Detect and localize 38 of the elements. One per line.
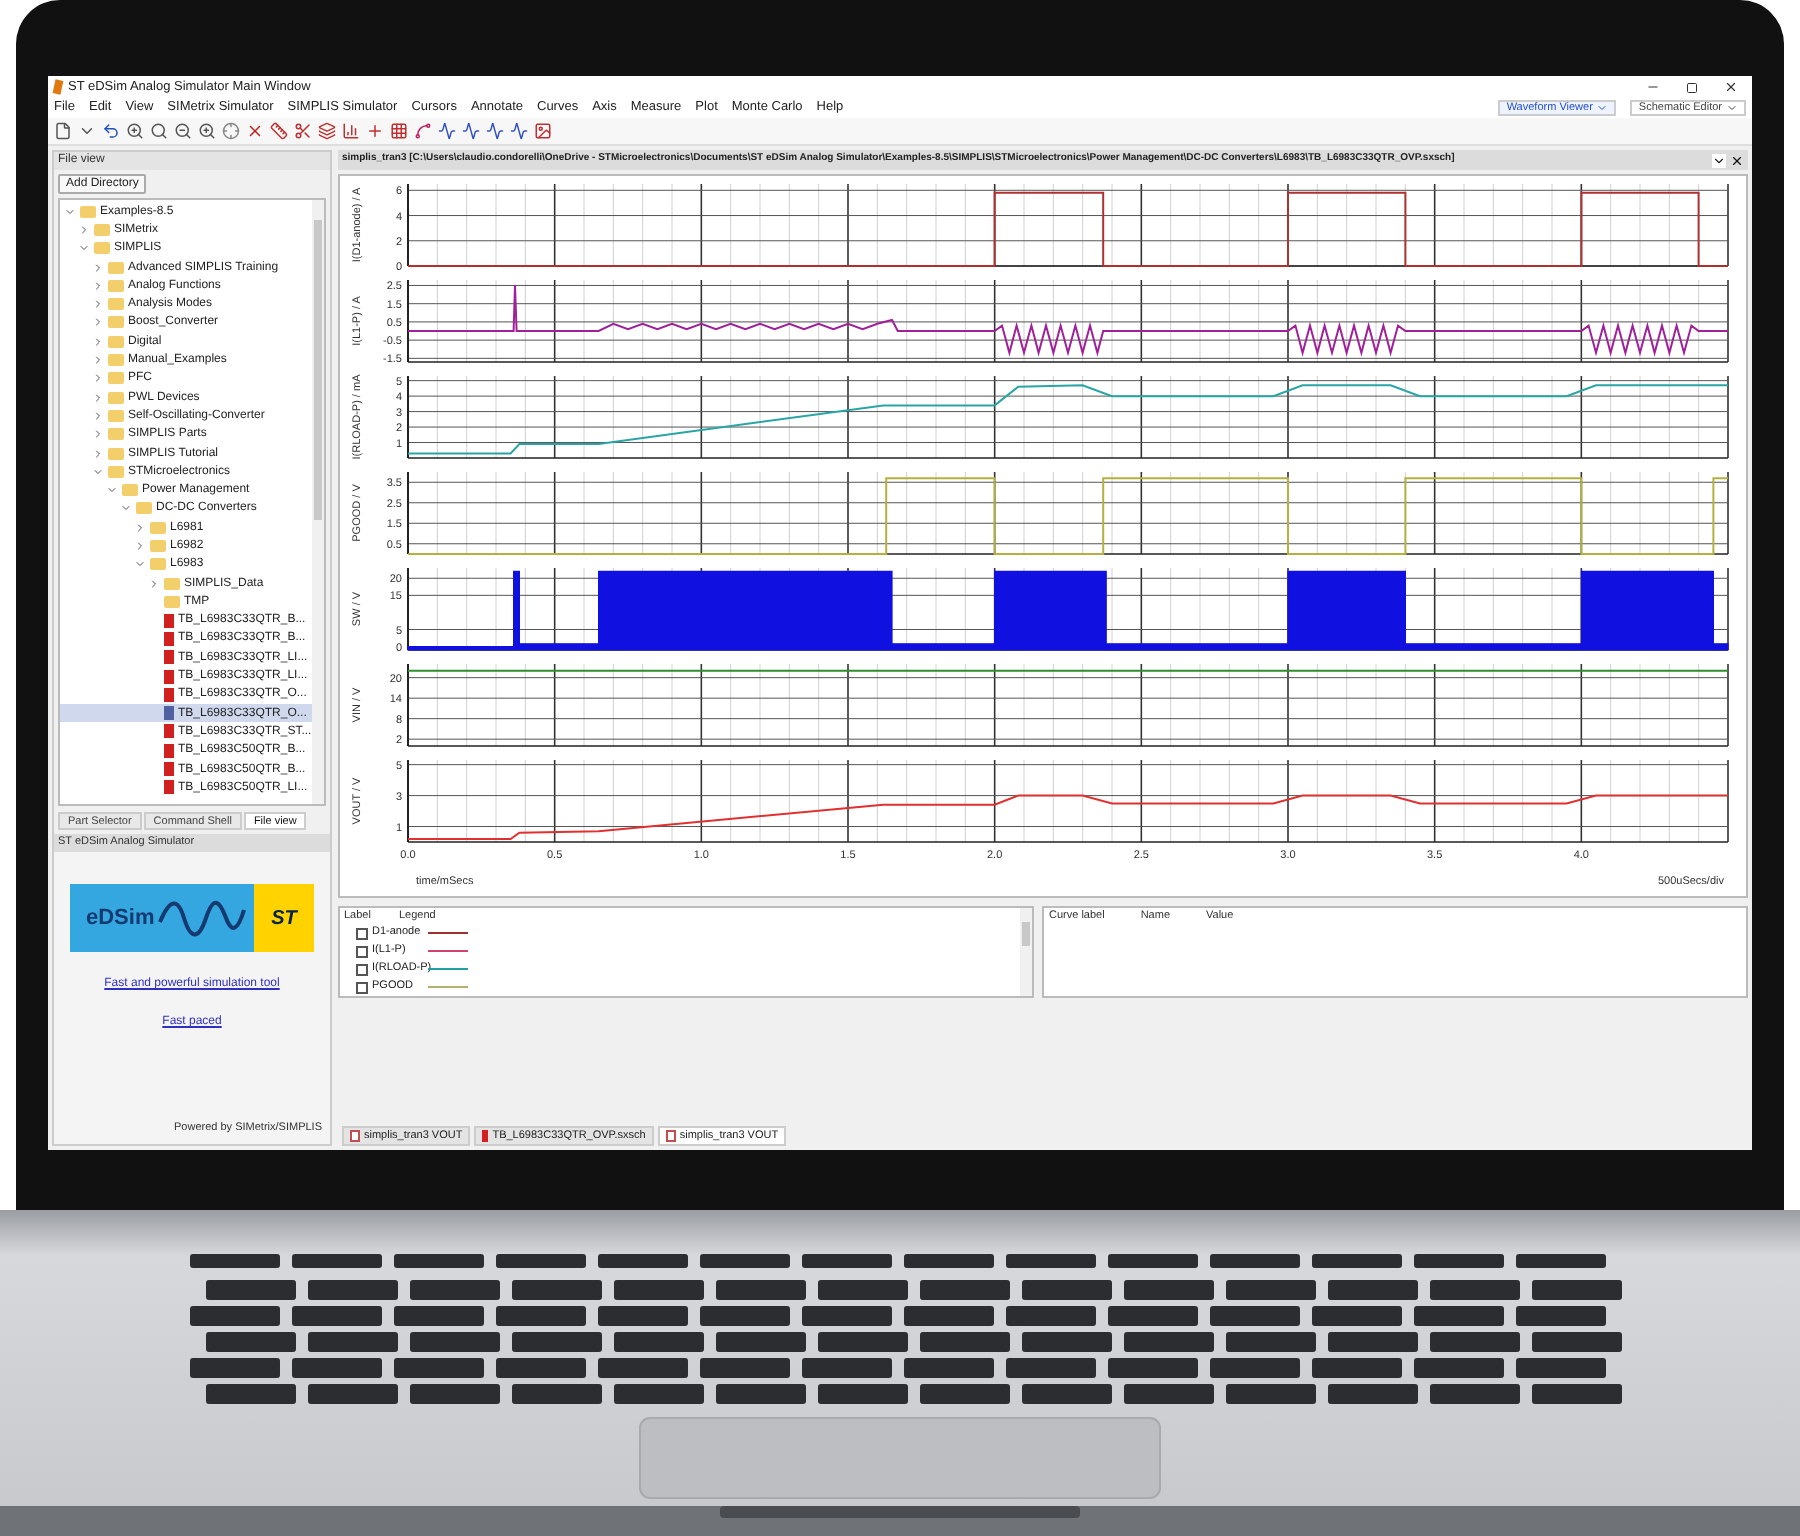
checkbox[interactable] [356,963,368,975]
graph-icon [350,1130,360,1142]
app-icon [52,79,64,95]
chevron-down-icon[interactable] [77,242,89,255]
crosshair-icon[interactable] [222,122,240,140]
scissors-icon[interactable] [294,122,312,140]
scrollbar[interactable] [1019,908,1031,996]
checkbox[interactable] [356,981,368,993]
zoom-in-icon[interactable] [198,122,216,140]
curve-icon[interactable] [414,122,432,140]
undo-icon[interactable] [102,122,120,140]
image-icon[interactable] [534,122,552,140]
chevron-right-icon[interactable] [77,223,89,236]
grid-icon[interactable] [390,122,408,140]
minimize-icon[interactable] [1646,80,1660,94]
zoom-in-icon[interactable] [126,122,144,140]
plus-icon[interactable] [366,122,384,140]
chevron-down-icon[interactable] [133,558,145,571]
dropdown-icon[interactable] [1712,153,1726,167]
file-icon[interactable] [54,122,72,140]
ruler-icon[interactable] [270,122,288,140]
zoom-out-icon[interactable] [174,122,192,140]
close-icon[interactable] [1724,80,1738,94]
bar-chart-icon[interactable] [342,122,360,140]
maximize-icon[interactable] [1686,81,1698,93]
brand-logo: ST [254,884,314,952]
logo-text: eDSim [86,903,155,934]
scrollbar[interactable] [312,200,324,804]
schematic-icon [482,1130,489,1142]
graph-icon [665,1130,676,1142]
chevron-down-icon[interactable] [63,205,75,218]
layers-icon[interactable] [318,122,336,140]
checkbox[interactable] [356,927,368,939]
checkbox[interactable] [356,945,368,957]
search-icon[interactable] [150,122,168,140]
chevron-right-icon[interactable] [147,577,159,590]
caret-icon[interactable] [78,122,96,140]
close-icon[interactable] [1730,153,1744,167]
